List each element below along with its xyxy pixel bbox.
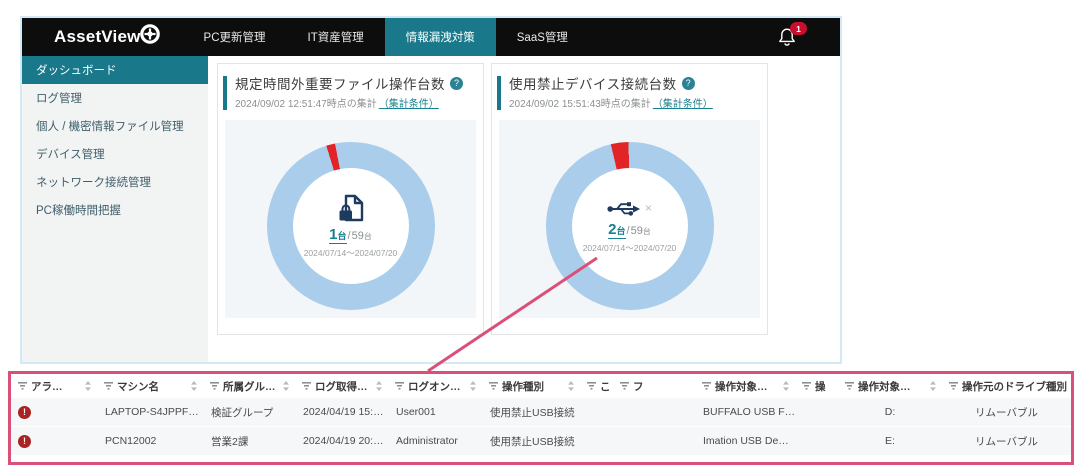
column-header-operation-target-1[interactable]: 操作対象… — [695, 379, 795, 394]
aggregation-period: 2024/07/14～2024/07/20 — [303, 248, 398, 258]
sort-icon — [84, 381, 92, 391]
card-accent-bar — [497, 76, 501, 110]
sort-icon — [469, 381, 477, 391]
filter-icon — [620, 382, 629, 390]
cell-machine-name: LAPTOP-S4JPPF… — [105, 406, 199, 418]
card-title: 使用禁止デバイス接続台数 — [509, 77, 677, 92]
column-header-operation-target-2[interactable]: 操作対象… — [838, 379, 942, 394]
count-link[interactable]: 2台 — [608, 221, 626, 239]
sidebar-item-pc-uptime[interactable]: PC稼働時間把握 — [22, 196, 208, 224]
sort-icon — [375, 381, 383, 391]
notification-badge: 1 — [790, 22, 807, 35]
column-header-narrow-1[interactable]: こ — [580, 379, 613, 394]
donut-center: 1台 / 59 台 2024/07/14～2024/07/20 — [292, 168, 409, 284]
column-header-drive-type[interactable]: 操作元のドライブ種別 — [942, 379, 1071, 394]
filter-icon — [702, 382, 711, 390]
cell-machine-name: PCN12002 — [105, 435, 157, 447]
sort-icon — [282, 381, 290, 391]
column-header-operation-type[interactable]: 操作種別 — [482, 379, 580, 394]
cell-group: 営業2課 — [211, 435, 249, 448]
aggregation-condition-link[interactable]: （集計条件） — [653, 99, 713, 110]
cell-operation-type: 使用禁止USB接続 — [490, 435, 575, 448]
locked-file-icon — [339, 194, 363, 222]
column-header-logon[interactable]: ログオン… — [388, 379, 482, 394]
filter-icon — [302, 382, 311, 390]
card-timestamp: 2024/09/02 15:51:43時点の集計 （集計条件） — [509, 99, 713, 110]
sort-icon — [190, 381, 198, 391]
filter-icon — [489, 382, 498, 390]
sidebar-item-network[interactable]: ネットワーク接続管理 — [22, 168, 208, 196]
help-icon[interactable]: ? — [450, 76, 463, 90]
table-header-row: アラ… マシン名 所属グル… ログ取得… ログオン… 操作種別 こ フ 操作対象… — [11, 374, 1071, 398]
cell-drive-type: リムーバブル — [975, 435, 1038, 448]
cell-drive-letter: E: — [885, 435, 895, 447]
page: AssetView PC更新管理 IT資産管理 情報漏洩対策 SaaS管理 1 … — [0, 0, 1080, 476]
column-header-alert[interactable]: アラ… — [11, 379, 97, 394]
filter-icon — [18, 382, 27, 390]
usb-icon — [607, 202, 640, 216]
close-icon: × — [644, 201, 652, 215]
aggregation-period: 2024/07/14～2024/07/20 — [582, 243, 677, 253]
card-accent-bar — [223, 76, 227, 110]
cell-operation-type: 使用禁止USB接続 — [490, 406, 575, 419]
tab-saas[interactable]: SaaS管理 — [496, 18, 589, 56]
cell-logon-user: Administrator — [396, 435, 458, 447]
aggregation-condition-link[interactable]: （集計条件） — [379, 99, 439, 110]
cell-log-date: 2024/04/19 15:… — [303, 406, 384, 418]
app-window: AssetView PC更新管理 IT資産管理 情報漏洩対策 SaaS管理 1 … — [20, 16, 842, 364]
cell-log-date: 2024/04/19 20:… — [303, 435, 384, 447]
alert-icon: ! — [18, 405, 31, 419]
column-header-group[interactable]: 所属グル… — [203, 379, 295, 394]
table-row[interactable]: ! PCN12002 営業2課 2024/04/19 20:… Administ… — [11, 427, 1071, 455]
filter-icon — [802, 382, 811, 390]
column-header-narrow-2[interactable]: フ — [613, 379, 695, 394]
sort-icon — [782, 381, 790, 391]
column-header-narrow-3[interactable]: 操 — [795, 379, 838, 394]
donut-center: × 2台 / 59 台 2024/07/14～2024/07/20 — [571, 168, 688, 284]
tab-pc-update[interactable]: PC更新管理 — [183, 18, 287, 56]
alert-table: アラ… マシン名 所属グル… ログ取得… ログオン… 操作種別 こ フ 操作対象… — [8, 371, 1074, 465]
filter-icon — [395, 382, 404, 390]
cell-logon-user: User001 — [396, 406, 436, 418]
notification-bell[interactable]: 1 — [778, 22, 807, 49]
app-logo-text: AssetView — [54, 27, 141, 46]
card-file-operations: 規定時間外重要ファイル操作台数 ? 2024/09/02 12:51:47時点の… — [217, 63, 484, 335]
filter-icon — [210, 382, 219, 390]
table-row[interactable]: ! LAPTOP-S4JPPF… 検証グループ 2024/04/19 15:… … — [11, 398, 1071, 426]
alert-icon: ! — [18, 434, 31, 448]
filter-icon — [587, 382, 596, 390]
filter-icon — [949, 382, 958, 390]
cell-target-device: BUFFALO USB F… — [703, 406, 795, 418]
cell-drive-type: リムーバブル — [975, 406, 1038, 419]
column-header-log-date[interactable]: ログ取得… — [295, 379, 388, 394]
cell-group: 検証グループ — [211, 406, 274, 419]
sidebar: ダッシュボード ログ管理 個人 / 機密情報ファイル管理 デバイス管理 ネットワ… — [22, 56, 208, 362]
logo-target-icon — [139, 24, 160, 44]
cell-target-device: Imation USB De… — [703, 435, 789, 447]
card-title: 規定時間外重要ファイル操作台数 — [235, 77, 445, 92]
chart-area: × 2台 / 59 台 2024/07/14～2024/07/20 — [499, 120, 760, 318]
sidebar-item-personal-files[interactable]: 個人 / 機密情報ファイル管理 — [22, 112, 208, 140]
filter-icon — [845, 382, 854, 390]
card-timestamp: 2024/09/02 12:51:47時点の集計 （集計条件） — [235, 99, 439, 110]
top-nav: AssetView PC更新管理 IT資産管理 情報漏洩対策 SaaS管理 1 — [22, 18, 840, 56]
filter-icon — [104, 382, 113, 390]
column-header-machine[interactable]: マシン名 — [97, 379, 203, 394]
card-banned-devices: 使用禁止デバイス接続台数 ? 2024/09/02 15:51:43時点の集計（… — [491, 63, 768, 335]
help-icon[interactable]: ? — [681, 76, 695, 90]
nav-tabs: PC更新管理 IT資産管理 情報漏洩対策 SaaS管理 — [183, 18, 589, 56]
count-link[interactable]: 1台 — [329, 226, 347, 244]
sidebar-item-device[interactable]: デバイス管理 — [22, 140, 208, 168]
sidebar-item-dashboard[interactable]: ダッシュボード — [22, 56, 208, 84]
cell-drive-letter: D: — [884, 406, 896, 418]
tab-it-asset[interactable]: IT資産管理 — [287, 18, 385, 56]
app-logo: AssetView — [54, 24, 161, 47]
chart-area: 1台 / 59 台 2024/07/14～2024/07/20 — [225, 120, 476, 325]
sort-icon — [567, 381, 575, 391]
sort-icon — [929, 381, 937, 391]
sidebar-item-log[interactable]: ログ管理 — [22, 84, 208, 112]
tab-info-leak[interactable]: 情報漏洩対策 — [384, 18, 496, 56]
